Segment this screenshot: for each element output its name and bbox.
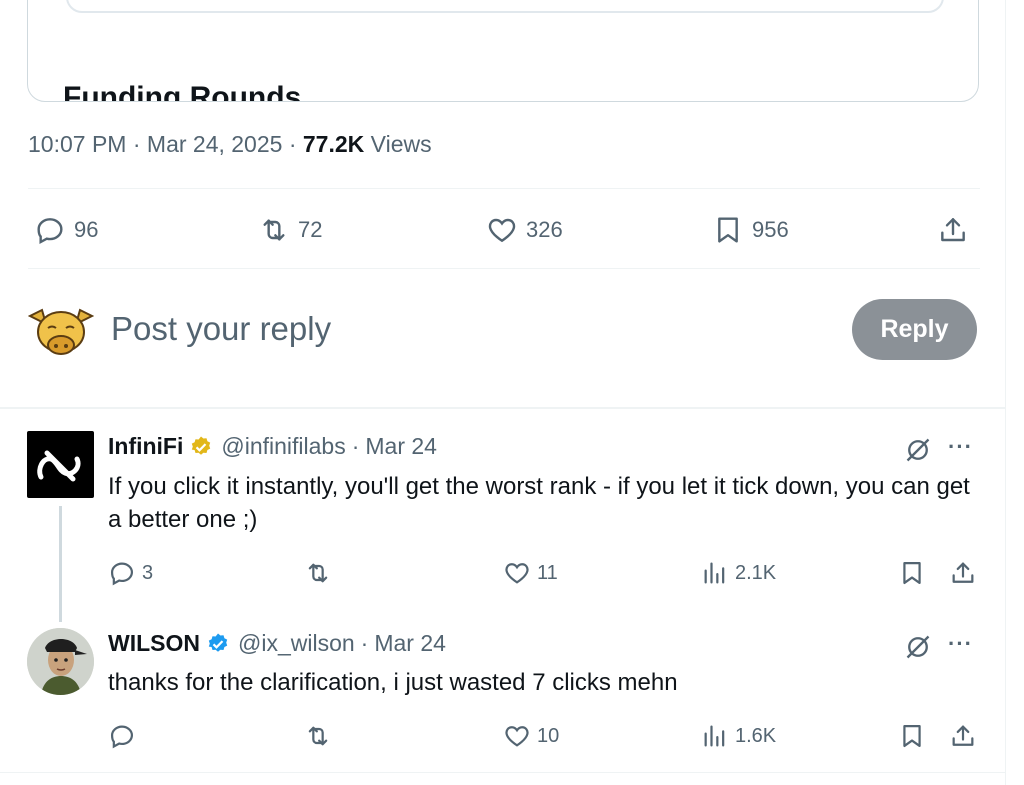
divider	[28, 188, 980, 189]
heart-icon	[505, 726, 529, 747]
reply-action[interactable]: 3	[108, 559, 153, 587]
cartoon-character-avatar-icon	[27, 628, 94, 695]
view-count: 1.6K	[735, 724, 777, 747]
bookmark-count: 956	[752, 217, 789, 242]
share-icon	[941, 218, 965, 242]
views-count: 77.2K	[302, 131, 365, 157]
share-action[interactable]	[937, 214, 969, 246]
more-options-icon[interactable]: ···	[948, 434, 973, 460]
thread-line	[59, 506, 62, 622]
header-separator: ·	[351, 433, 360, 459]
gold-bull-avatar-icon	[27, 308, 95, 355]
more-options-icon[interactable]: ···	[948, 631, 973, 657]
grok-icon[interactable]	[904, 633, 932, 661]
author-name[interactable]: WILSON	[108, 630, 200, 657]
repost-action[interactable]	[304, 722, 338, 750]
wilson-avatar[interactable]	[27, 628, 94, 695]
share-action[interactable]	[949, 722, 977, 750]
like-count: 326	[526, 217, 563, 242]
reply-header: WILSON @ix_wilson · Mar 24	[108, 630, 446, 657]
reply-icon	[110, 562, 134, 586]
repost-icon	[308, 726, 328, 746]
like-count: 10	[537, 724, 560, 747]
divider	[28, 268, 980, 269]
bookmark-action[interactable]: 956	[712, 214, 789, 246]
reply-count: 96	[74, 217, 99, 242]
reply-action[interactable]: 96	[34, 214, 98, 246]
share-icon	[952, 725, 974, 746]
post-date[interactable]: Mar 24, 2025	[147, 131, 283, 157]
column-border	[1005, 0, 1006, 785]
quote-card-media	[66, 0, 944, 13]
infinifi-avatar[interactable]	[27, 431, 94, 498]
bookmark-icon	[903, 724, 921, 748]
verified-blue-badge-icon	[208, 633, 228, 652]
repost-count: 72	[298, 217, 323, 242]
bookmark-action[interactable]	[898, 559, 926, 587]
share-action[interactable]	[949, 559, 977, 587]
repost-action[interactable]: 72	[258, 214, 322, 246]
heart-icon	[488, 218, 516, 243]
repost-icon	[308, 563, 328, 583]
reply-action[interactable]	[108, 722, 142, 750]
share-icon	[952, 562, 974, 583]
reply-header: InfiniFi @infinifilabs · Mar 24	[108, 433, 437, 460]
repost-icon	[263, 219, 285, 241]
reply-icon	[110, 725, 134, 749]
header-separator: ·	[360, 630, 369, 656]
reply-icon	[37, 218, 63, 245]
meta-separator: ·	[132, 131, 141, 157]
heart-icon	[505, 563, 529, 584]
like-action[interactable]: 11	[503, 559, 558, 587]
reply-input[interactable]: Post your reply	[111, 310, 331, 348]
views-action[interactable]: 1.6K	[701, 722, 776, 750]
grok-icon[interactable]	[904, 436, 932, 464]
reply-date[interactable]: Mar 24	[374, 630, 446, 657]
like-count: 11	[537, 561, 558, 584]
post-time[interactable]: 10:07 PM	[28, 131, 126, 157]
author-handle[interactable]: @ix_wilson	[238, 630, 355, 657]
like-action[interactable]: 326	[486, 214, 563, 246]
analytics-icon	[704, 725, 725, 747]
meta-separator: ·	[288, 131, 297, 157]
post-meta: 10:07 PM · Mar 24, 2025 · 77.2K Views	[28, 131, 432, 158]
quote-card[interactable]: Funding Rounds	[27, 0, 979, 102]
reply-button[interactable]: Reply	[852, 299, 977, 360]
analytics-icon	[704, 562, 725, 584]
reply-text: thanks for the clarification, i just was…	[108, 669, 678, 696]
bookmark-icon	[903, 561, 921, 585]
view-count: 2.1K	[735, 561, 777, 584]
divider	[0, 772, 1005, 773]
like-action[interactable]: 10	[503, 722, 559, 750]
repost-action[interactable]	[304, 559, 338, 587]
reply-text: If you click it instantly, you'll get th…	[108, 473, 970, 533]
bookmark-action[interactable]	[898, 722, 926, 750]
infinifi-logo-icon	[37, 450, 81, 482]
views-action[interactable]: 2.1K	[701, 559, 776, 587]
reply-date[interactable]: Mar 24	[365, 433, 437, 460]
quote-card-title: Funding Rounds	[63, 81, 302, 102]
bookmark-icon	[718, 217, 738, 243]
section-divider	[0, 407, 1005, 409]
user-avatar[interactable]	[27, 302, 95, 362]
verified-gold-badge-icon	[192, 436, 211, 455]
views-label: Views	[370, 131, 432, 157]
reply-count: 3	[142, 561, 154, 584]
author-handle[interactable]: @infinifilabs	[221, 433, 345, 460]
author-name[interactable]: InfiniFi	[108, 433, 183, 460]
